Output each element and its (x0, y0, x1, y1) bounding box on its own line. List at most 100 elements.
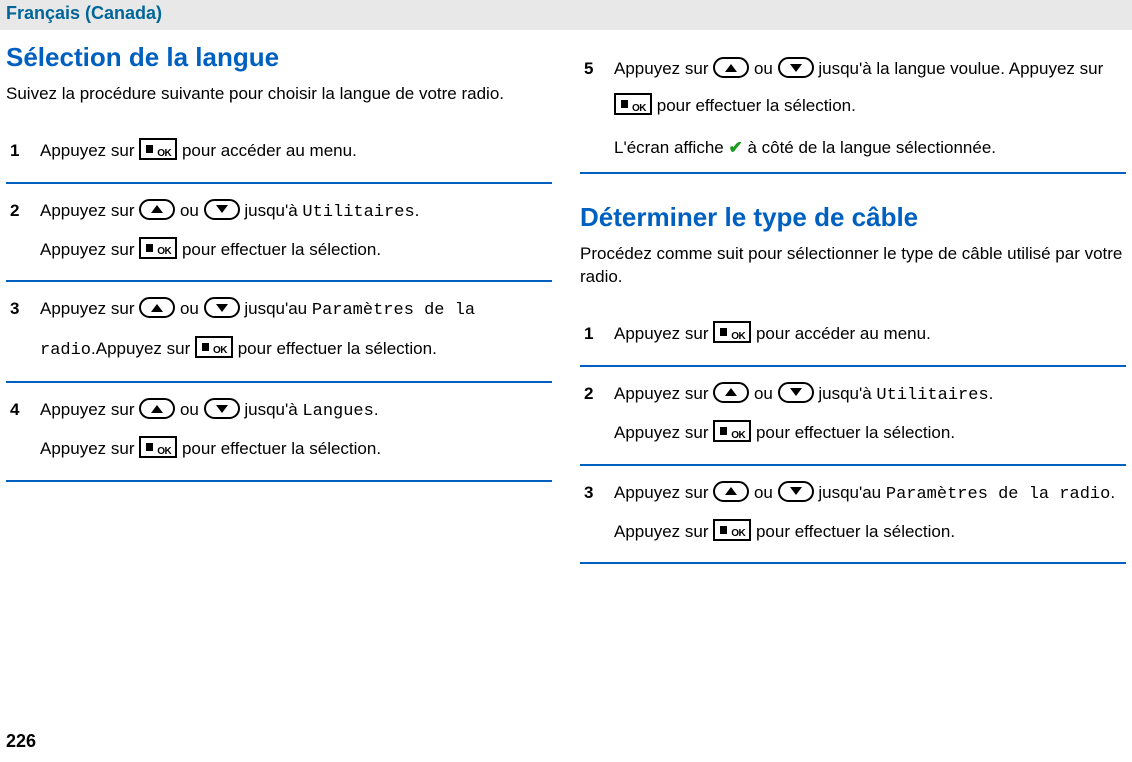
up-arrow-key-icon (713, 382, 749, 403)
up-arrow-key-icon (713, 57, 749, 78)
step-text: Appuyez sur ou jusqu'à Langues. Appuyez … (40, 391, 552, 468)
step-item: 1 Appuyez sur pour accéder au menu. (580, 307, 1126, 366)
step-item: 1 Appuyez sur pour accéder au menu. (6, 124, 552, 183)
text-fragment: pour effectuer la sélection. (756, 423, 955, 442)
steps-a: 1 Appuyez sur pour accéder au menu. 2 Ap… (6, 124, 552, 482)
up-arrow-key-icon (713, 481, 749, 502)
step-number: 4 (10, 391, 40, 428)
step-text: Appuyez sur ou jusqu'à Utilitaires. Appu… (40, 192, 552, 269)
step-text: Appuyez sur pour accéder au menu. (40, 132, 552, 169)
text-fragment: Appuyez sur (40, 141, 139, 160)
ok-key-icon (713, 519, 751, 541)
text-fragment: pour accéder au menu. (756, 324, 931, 343)
step-number: 3 (584, 474, 614, 511)
down-arrow-key-icon (778, 57, 814, 78)
up-arrow-key-icon (139, 398, 175, 419)
text-fragment: Appuyez sur (614, 384, 713, 403)
step-item: 4 Appuyez sur ou jusqu'à Langues. Appuye… (6, 383, 552, 482)
ok-key-icon (139, 436, 177, 458)
language-header: Français (Canada) (6, 3, 162, 23)
step-item: 2 Appuyez sur ou jusqu'à Utilitaires. Ap… (580, 367, 1126, 466)
text-fragment: Appuyez sur (614, 423, 713, 442)
text-fragment: . (989, 384, 994, 403)
text-fragment: .Appuyez sur (91, 339, 195, 358)
heading-cable-type: Déterminer le type de câble (580, 202, 1126, 233)
text-fragment: jusqu'à (818, 384, 876, 403)
text-fragment: pour effectuer la sélection. (182, 240, 381, 259)
down-arrow-key-icon (778, 481, 814, 502)
text-fragment: ou (754, 384, 778, 403)
text-fragment: ou (180, 400, 204, 419)
text-fragment: L'écran affiche (614, 138, 728, 157)
text-fragment: ou (754, 59, 778, 78)
text-fragment: . (374, 400, 379, 419)
text-fragment: pour effectuer la sélection. (756, 522, 955, 541)
ok-key-icon (713, 321, 751, 343)
up-arrow-key-icon (139, 297, 175, 318)
steps-a-continued: 5 Appuyez sur ou jusqu'à la langue voulu… (580, 42, 1126, 174)
step-number: 1 (10, 132, 40, 169)
menu-literal: Utilitaires (876, 386, 988, 405)
text-fragment: ou (180, 201, 204, 220)
ok-key-icon (139, 138, 177, 160)
check-icon: ✔ (728, 138, 742, 157)
intro-text-b: Procédez comme suit pour sélectionner le… (580, 243, 1126, 289)
ok-key-icon (614, 93, 652, 115)
step-text: Appuyez sur ou jusqu'à la langue voulue.… (614, 50, 1126, 160)
up-arrow-key-icon (139, 199, 175, 220)
menu-literal: Utilitaires (302, 203, 414, 222)
ok-key-icon (713, 420, 751, 442)
step-number: 2 (10, 192, 40, 229)
text-fragment: Appuyez sur (614, 324, 713, 343)
menu-literal: Paramètres de la radio (886, 485, 1110, 504)
text-fragment: pour effectuer la sélection. (182, 439, 381, 458)
left-column: Sélection de la langue Suivez la procédu… (6, 42, 552, 564)
text-fragment: ou (754, 483, 778, 502)
right-column: 5 Appuyez sur ou jusqu'à la langue voulu… (580, 42, 1126, 564)
step-item: 3 Appuyez sur ou jusqu'au Paramètres de … (580, 466, 1126, 565)
text-fragment: pour effectuer la sélection. (657, 96, 856, 115)
text-fragment: Appuyez sur (40, 299, 139, 318)
text-fragment: Appuyez sur (40, 400, 139, 419)
text-fragment: jusqu'à (244, 201, 302, 220)
heading-language-selection: Sélection de la langue (6, 42, 552, 73)
text-fragment: Appuyez sur (614, 483, 713, 502)
text-fragment: à côté de la langue sélectionnée. (747, 138, 996, 157)
down-arrow-key-icon (204, 297, 240, 318)
ok-key-icon (195, 336, 233, 358)
step-number: 3 (10, 290, 40, 327)
text-fragment: pour accéder au menu. (182, 141, 357, 160)
down-arrow-key-icon (204, 199, 240, 220)
text-fragment: jusqu'au (244, 299, 312, 318)
header-band: Français (Canada) (0, 0, 1132, 30)
ok-key-icon (139, 237, 177, 259)
text-fragment: ou (180, 299, 204, 318)
confirm-note: L'écran affiche ✔ à côté de la langue sé… (614, 135, 1126, 161)
text-fragment: jusqu'au (818, 483, 886, 502)
text-fragment: Appuyez sur (40, 439, 139, 458)
down-arrow-key-icon (204, 398, 240, 419)
page-body: Sélection de la langue Suivez la procédu… (0, 30, 1132, 564)
step-number: 1 (584, 315, 614, 352)
section-cable-type: Déterminer le type de câble Procédez com… (580, 202, 1126, 564)
step-text: Appuyez sur ou jusqu'à Utilitaires. Appu… (614, 375, 1126, 452)
step-number: 5 (584, 50, 614, 87)
step-text: Appuyez sur ou jusqu'au Paramètres de la… (614, 474, 1126, 551)
step-text: Appuyez sur ou jusqu'au Paramètres de la… (40, 290, 552, 369)
step-number: 2 (584, 375, 614, 412)
text-fragment: jusqu'à (244, 400, 302, 419)
steps-b: 1 Appuyez sur pour accéder au menu. 2 Ap… (580, 307, 1126, 564)
intro-text-a: Suivez la procédure suivante pour choisi… (6, 83, 552, 106)
text-fragment: Appuyez sur (40, 201, 139, 220)
step-item: 5 Appuyez sur ou jusqu'à la langue voulu… (580, 42, 1126, 174)
text-fragment: Appuyez sur (40, 240, 139, 259)
text-fragment: jusqu'à la langue voulue. Appuyez sur (818, 59, 1103, 78)
text-fragment: Appuyez sur (614, 59, 713, 78)
down-arrow-key-icon (778, 382, 814, 403)
text-fragment: pour effectuer la sélection. (238, 339, 437, 358)
step-item: 3 Appuyez sur ou jusqu'au Paramètres de … (6, 282, 552, 383)
page-number: 226 (6, 731, 36, 752)
text-fragment: . (415, 201, 420, 220)
menu-literal: Langues (302, 402, 373, 421)
step-item: 2 Appuyez sur ou jusqu'à Utilitaires. Ap… (6, 184, 552, 283)
